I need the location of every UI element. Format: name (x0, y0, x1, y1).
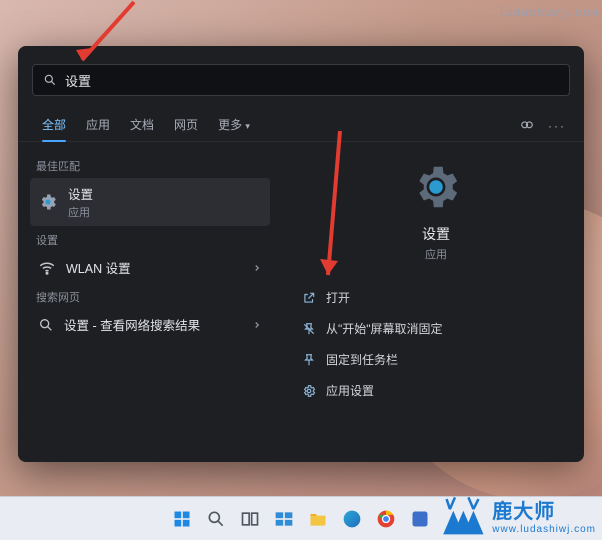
results-body: 最佳匹配 设置 应用 设置 WLAN 设置 搜索网页 (18, 142, 584, 462)
tab-apps[interactable]: 应用 (76, 110, 120, 141)
tab-more[interactable]: 更多 ▾ (208, 110, 260, 141)
details-subtitle: 应用 (425, 246, 447, 262)
action-label: 应用设置 (326, 382, 374, 399)
result-web-search[interactable]: 设置 - 查看网络搜索结果 (30, 309, 270, 340)
start-button[interactable] (168, 505, 196, 533)
filter-tabs: 全部 应用 文档 网页 更多 ▾ ··· (18, 106, 584, 142)
watermark: ludashiwj.com (498, 6, 598, 20)
app-settings-icon (302, 384, 316, 398)
brand-name: 鹿大师 (492, 495, 596, 524)
action-label: 固定到任务栏 (326, 351, 398, 368)
feedback-icon[interactable] (520, 119, 534, 133)
chevron-right-icon (252, 263, 262, 273)
actions-list: 打开从"开始"屏幕取消固定固定到任务栏应用设置 (298, 282, 574, 406)
taskbar-app-button[interactable] (406, 505, 434, 533)
brand-logo: 鹿大师 www.ludashiwj.com (434, 494, 596, 536)
tab-documents[interactable]: 文档 (120, 110, 164, 141)
task-view-button[interactable] (236, 505, 264, 533)
more-options-icon[interactable]: ··· (548, 119, 566, 133)
results-left-column: 最佳匹配 设置 应用 设置 WLAN 设置 搜索网页 (18, 142, 276, 462)
result-subtitle: 应用 (68, 204, 93, 220)
edge-button[interactable] (338, 505, 366, 533)
settings-app-icon (409, 160, 463, 214)
unpin-start-icon (302, 322, 316, 336)
section-search-web: 搜索网页 (30, 283, 270, 309)
wifi-icon (38, 259, 56, 277)
result-title: 设置 - 查看网络搜索结果 (64, 315, 200, 334)
brand-url: www.ludashiwj.com (492, 524, 596, 535)
result-title: 设置 (68, 184, 93, 203)
details-title: 设置 (422, 224, 450, 244)
search-icon (43, 73, 57, 87)
action-unpin-start[interactable]: 从"开始"屏幕取消固定 (298, 313, 574, 344)
taskbar-search-button[interactable] (202, 505, 230, 533)
action-label: 从"开始"屏幕取消固定 (326, 320, 443, 337)
result-wlan-settings[interactable]: WLAN 设置 (30, 252, 270, 283)
tab-all[interactable]: 全部 (32, 110, 76, 141)
section-settings: 设置 (30, 226, 270, 252)
windows-search-panel: 全部 应用 文档 网页 更多 ▾ ··· 最佳匹配 设置 应用 设置 (18, 46, 584, 462)
file-explorer-button[interactable] (304, 505, 332, 533)
chrome-button[interactable] (372, 505, 400, 533)
action-app-settings[interactable]: 应用设置 (298, 375, 574, 406)
widgets-button[interactable] (270, 505, 298, 533)
gear-icon (38, 192, 58, 212)
annotation-arrow-open (310, 125, 370, 300)
annotation-arrow-search (64, 0, 154, 93)
action-pin-taskbar[interactable]: 固定到任务栏 (298, 344, 574, 375)
tab-web[interactable]: 网页 (164, 110, 208, 141)
pin-taskbar-icon (302, 353, 316, 367)
deer-logo-icon (434, 494, 486, 536)
result-title: WLAN 设置 (66, 258, 131, 277)
search-icon (38, 317, 54, 333)
chevron-right-icon (252, 320, 262, 330)
result-best-match-settings[interactable]: 设置 应用 (30, 178, 270, 226)
section-best-match: 最佳匹配 (30, 152, 270, 178)
